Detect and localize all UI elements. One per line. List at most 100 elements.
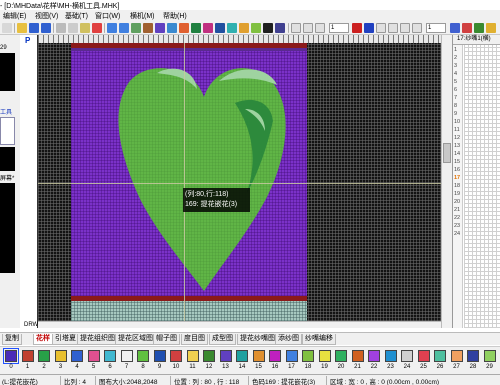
palette-swatch[interactable] <box>417 350 430 362</box>
menu-basic[interactable]: 基础(T) <box>65 11 88 21</box>
palette-swatch[interactable] <box>269 350 281 362</box>
menu-window[interactable]: 窗口(W) <box>95 11 120 21</box>
move-icon[interactable] <box>167 23 177 33</box>
pattern-icon[interactable] <box>191 23 201 33</box>
left-panel-tool-label[interactable]: 工具 <box>0 107 12 116</box>
delete-icon[interactable] <box>92 23 102 33</box>
tab-stitch-density[interactable]: 度目图 <box>181 334 208 345</box>
status-separator <box>170 376 171 385</box>
tab-cap[interactable]: 帽子图 <box>153 334 180 345</box>
yarn-carrier-grid[interactable] <box>464 45 500 328</box>
palette-swatch[interactable] <box>203 350 215 362</box>
undo-icon[interactable] <box>29 23 39 33</box>
palette-swatch[interactable] <box>351 350 364 362</box>
vertical-scrollbar[interactable] <box>441 35 452 328</box>
tab-pattern[interactable]: 花样 <box>33 334 53 345</box>
flip-icon[interactable] <box>303 23 313 33</box>
save-icon[interactable] <box>2 23 12 33</box>
palette-swatch[interactable] <box>335 350 347 362</box>
palette-swatch[interactable] <box>236 350 248 362</box>
view-fit-icon[interactable] <box>486 23 496 33</box>
palette-icon[interactable] <box>275 23 285 33</box>
pattern-canvas[interactable] <box>38 43 441 321</box>
menu-edit[interactable]: 编辑(E) <box>3 11 26 21</box>
rotate-icon[interactable] <box>315 23 325 33</box>
palette-swatch[interactable] <box>3 348 19 364</box>
pattern-area[interactable] <box>71 43 307 321</box>
zoom-out-icon[interactable] <box>119 23 129 33</box>
paste-icon[interactable] <box>80 23 90 33</box>
rectangle-icon[interactable] <box>239 23 249 33</box>
palette-swatch[interactable] <box>87 350 100 362</box>
palette-swatch-number: 2 <box>42 364 46 370</box>
row-number: 2 <box>454 55 458 61</box>
tab-plating[interactable]: 添纱图 <box>275 334 302 345</box>
tab-shaping[interactable]: 成型图 <box>209 334 236 345</box>
thumbnail-preview[interactable] <box>0 53 15 91</box>
grid-toggle-icon[interactable] <box>263 23 273 33</box>
vertical-scrollbar-thumb[interactable] <box>443 143 451 163</box>
palette-swatch[interactable] <box>38 350 50 362</box>
tab-intarsia[interactable]: 引塔夏 <box>52 334 79 345</box>
palette-swatch[interactable] <box>170 350 182 362</box>
tab-jacquard-structure[interactable]: 提花组织图 <box>77 334 118 345</box>
measure-icon[interactable] <box>388 23 398 33</box>
fill-icon[interactable] <box>143 23 153 33</box>
palette-swatch[interactable] <box>54 350 67 362</box>
palette-swatch[interactable] <box>483 350 496 362</box>
palette-swatch[interactable] <box>302 350 314 362</box>
tab-jacquard-region[interactable]: 提花区域图 <box>115 334 156 345</box>
palette-swatch[interactable] <box>21 350 34 362</box>
palette-swatch[interactable] <box>434 350 446 362</box>
layer-icon[interactable] <box>364 23 374 33</box>
view-2x-icon[interactable] <box>462 23 472 33</box>
copy-icon[interactable] <box>68 23 78 33</box>
palette-swatch[interactable] <box>186 350 199 362</box>
palette-swatch[interactable] <box>401 350 413 362</box>
palette-swatch[interactable] <box>219 350 232 362</box>
step-input[interactable]: 1 <box>329 23 349 33</box>
record-icon[interactable] <box>352 23 362 33</box>
view-1x-icon[interactable] <box>450 23 460 33</box>
palette-swatch[interactable] <box>450 350 463 362</box>
open-icon[interactable] <box>17 23 27 33</box>
palette-swatch[interactable] <box>153 350 166 362</box>
tab-jacquard-yarn-carrier[interactable]: 提花纱嘴图 <box>237 334 278 345</box>
redo-icon[interactable] <box>41 23 51 33</box>
thumbnail-preview-3[interactable] <box>0 183 15 273</box>
ellipse-icon[interactable] <box>251 23 261 33</box>
view-4x-icon[interactable] <box>474 23 484 33</box>
thumbnail-preview-2[interactable] <box>0 147 15 171</box>
palette-swatch[interactable] <box>71 350 83 362</box>
menu-help[interactable]: 帮助(H) <box>163 11 187 21</box>
grid-icon[interactable] <box>131 23 141 33</box>
mirror-icon[interactable] <box>291 23 301 33</box>
palette-swatch[interactable] <box>368 350 380 362</box>
palette-swatch[interactable] <box>384 350 397 362</box>
palette-swatch[interactable] <box>137 350 149 362</box>
brush-icon[interactable] <box>203 23 213 33</box>
line-icon[interactable] <box>227 23 237 33</box>
palette-swatch[interactable] <box>120 350 133 362</box>
menu-knitting-machine[interactable]: 横机(M) <box>130 11 155 21</box>
align-icon[interactable] <box>400 23 410 33</box>
palette-swatch[interactable] <box>467 350 479 362</box>
tab-yarn-carrier-shift[interactable]: 纱嘴编移 <box>302 334 336 345</box>
snap-icon[interactable] <box>376 23 386 33</box>
palette-swatch[interactable] <box>104 350 116 362</box>
palette-swatch[interactable] <box>285 350 298 362</box>
distribute-icon[interactable] <box>412 23 422 33</box>
zoom-in-icon[interactable] <box>107 23 117 33</box>
color-picker-icon[interactable] <box>179 23 189 33</box>
menu-view[interactable]: 视图(V) <box>35 11 58 21</box>
horizontal-scrollbar[interactable] <box>38 321 441 328</box>
cut-icon[interactable] <box>56 23 66 33</box>
zoom-input[interactable]: 1 <box>426 23 446 33</box>
text-icon[interactable] <box>215 23 225 33</box>
palette-swatch[interactable] <box>252 350 265 362</box>
select-icon[interactable] <box>155 23 165 33</box>
palette-swatch[interactable] <box>318 350 331 362</box>
row-number: 16 <box>454 167 461 173</box>
tool-slot[interactable] <box>0 117 15 145</box>
tab-copy[interactable]: 复制 <box>2 334 22 345</box>
